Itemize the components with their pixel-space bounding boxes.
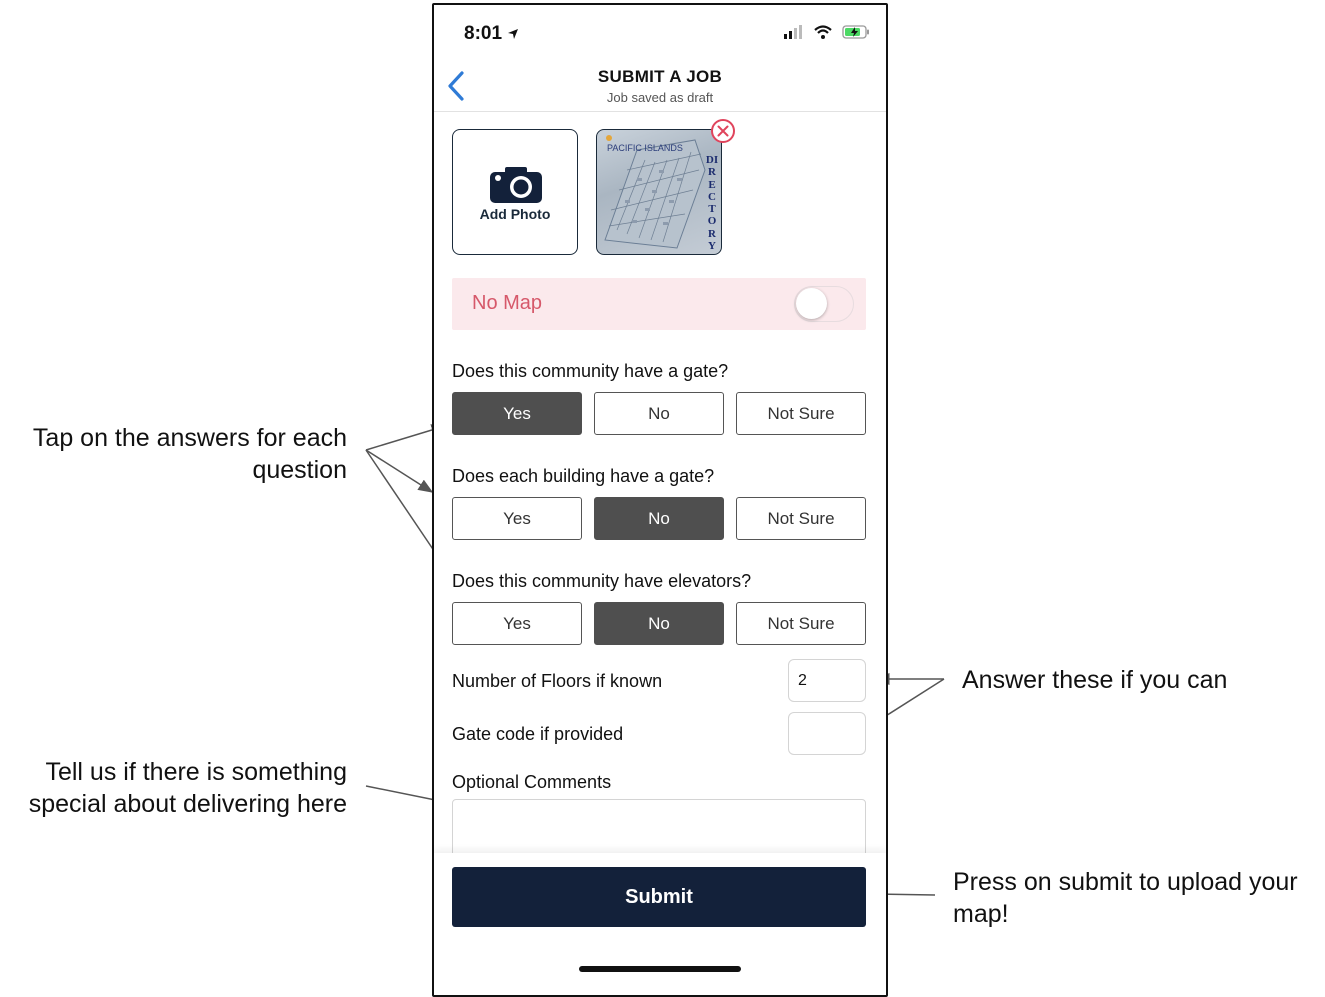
no-map-label: No Map — [472, 292, 543, 314]
building-gate-no-button[interactable]: No — [594, 497, 724, 540]
toggle-knob — [796, 288, 827, 319]
annotation-answer-if-can: Answer these if you can — [962, 666, 1228, 694]
sun-icon — [606, 135, 612, 141]
page-title: SUBMIT A JOB — [597, 67, 723, 86]
phone-screen: 8:01 SUBMIT A JOB Job saved as draft Add… — [432, 3, 888, 997]
question-elevators: Does this community have elevators? — [452, 571, 752, 591]
thumbnail-brand-text: PACIFIC ISLANDS — [607, 143, 683, 153]
annotation-press-submit: Press on submit to upload your map! — [953, 868, 1298, 928]
photo-thumbnail[interactable]: PACIFIC ISLANDS DIRECTORY — [596, 129, 722, 255]
question-building-gate: Does each building have a gate? — [452, 466, 715, 486]
elevators-yes-button[interactable]: Yes — [452, 602, 582, 645]
no-map-row: No Map — [452, 278, 866, 330]
annotation-tap-answers: Tap on the answers for each question — [32, 424, 347, 484]
gate-code-label: Gate code if provided — [452, 724, 624, 744]
add-photo-label: Add Photo — [479, 206, 551, 222]
thumbnail-vertical-text: DIRECTORY — [705, 154, 719, 253]
add-photo-button[interactable]: Add Photo — [452, 129, 578, 255]
status-icons — [783, 25, 870, 44]
footer-bar: Submit — [434, 853, 886, 995]
question-community-gate: Does this community have a gate? — [452, 361, 729, 381]
building-gate-yes-button[interactable]: Yes — [452, 497, 582, 540]
status-time: 8:01 — [464, 23, 519, 45]
community-gate-yes-button[interactable]: Yes — [452, 392, 582, 435]
header-divider — [434, 111, 886, 112]
community-gate-no-button[interactable]: No — [594, 392, 724, 435]
comments-label: Optional Comments — [452, 772, 612, 792]
floors-input[interactable] — [788, 659, 866, 702]
remove-photo-icon[interactable] — [710, 118, 736, 144]
home-indicator — [579, 966, 741, 972]
camera-icon — [490, 167, 542, 203]
floors-label: Number of Floors if known — [452, 671, 663, 691]
page-subtitle: Job saved as draft — [606, 90, 714, 105]
no-map-toggle[interactable] — [794, 286, 854, 322]
elevators-not-sure-button[interactable]: Not Sure — [736, 602, 866, 645]
cellular-signal-icon — [784, 25, 803, 39]
battery-charging-icon — [842, 25, 869, 39]
gate-code-input[interactable] — [788, 712, 866, 755]
location-arrow-icon — [508, 29, 519, 39]
building-gate-not-sure-button[interactable]: Not Sure — [736, 497, 866, 540]
elevators-no-button[interactable]: No — [594, 602, 724, 645]
submit-button[interactable]: Submit — [452, 867, 866, 927]
wifi-icon — [813, 25, 832, 39]
annotation-tell-special: Tell us if there is something special ab… — [28, 758, 347, 818]
community-gate-not-sure-button[interactable]: Not Sure — [736, 392, 866, 435]
